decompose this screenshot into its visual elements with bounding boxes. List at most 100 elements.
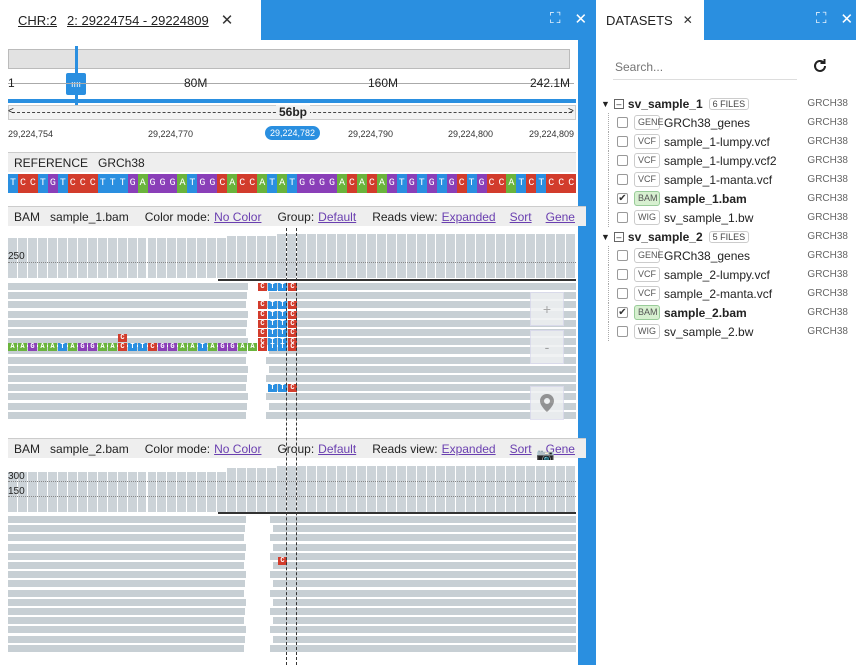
- read[interactable]: [8, 552, 245, 560]
- read[interactable]: [8, 319, 247, 327]
- read[interactable]: [8, 644, 244, 652]
- dataset-item[interactable]: ✔ BAM sample_1.bam GRCH38: [596, 189, 856, 208]
- dataset-item[interactable]: WIG sv_sample_1.bw GRCH38: [596, 208, 856, 227]
- close-icon[interactable]: ✕: [841, 10, 854, 28]
- dataset-checkbox[interactable]: [617, 212, 628, 223]
- read[interactable]: [8, 375, 247, 382]
- search-input[interactable]: [613, 54, 797, 80]
- range-link[interactable]: 2: 29224754 - 29224809: [67, 13, 209, 28]
- dataset-checkbox[interactable]: [617, 269, 628, 280]
- track1-reads[interactable]: CTTCCTTCCTTCCTTCCTTCCTTCCTTCAAGAATAGGAAC…: [8, 283, 576, 433]
- dataset-item[interactable]: VCF sample_1-lumpy.vcf GRCH38: [596, 132, 856, 151]
- read[interactable]: [273, 562, 576, 569]
- dataset-checkbox[interactable]: [617, 155, 628, 166]
- close-icon[interactable]: ✕: [221, 11, 234, 29]
- dataset-checkbox[interactable]: [617, 136, 628, 147]
- dataset-item[interactable]: GENE GRCh38_genes GRCH38: [596, 113, 856, 132]
- read[interactable]: [8, 571, 246, 579]
- file-name[interactable]: sample_1-manta.vcf: [664, 173, 772, 187]
- gene-link[interactable]: Gene: [546, 210, 575, 224]
- file-name[interactable]: sample_1-lumpy.vcf2: [664, 154, 777, 168]
- read[interactable]: [273, 543, 576, 551]
- zoom-out-button[interactable]: -: [530, 330, 564, 364]
- dataset-checkbox[interactable]: [617, 250, 628, 261]
- dataset-item[interactable]: VCF sample_2-manta.vcf GRCH38: [596, 284, 856, 303]
- collapse-icon[interactable]: –: [613, 98, 624, 109]
- dataset-item[interactable]: VCF sample_2-lumpy.vcf GRCH38: [596, 265, 856, 284]
- read[interactable]: [8, 525, 245, 533]
- read[interactable]: [273, 580, 576, 588]
- tab-datasets[interactable]: DATASETS ✕: [596, 0, 704, 40]
- sort-link[interactable]: Sort: [510, 442, 532, 456]
- file-name[interactable]: sample_2.bam: [664, 306, 747, 320]
- group-link[interactable]: Default: [318, 442, 356, 456]
- read[interactable]: [8, 402, 247, 410]
- read[interactable]: [270, 608, 576, 615]
- dataset-checkbox[interactable]: ✔: [617, 193, 628, 204]
- read[interactable]: [8, 411, 246, 419]
- reads-view-link[interactable]: Expanded: [442, 210, 496, 224]
- file-name[interactable]: sample_2-lumpy.vcf: [664, 268, 770, 282]
- read[interactable]: [270, 534, 576, 542]
- read[interactable]: [8, 589, 244, 597]
- read[interactable]: [8, 598, 246, 606]
- dataset-checkbox[interactable]: [617, 288, 628, 299]
- caret-down-icon[interactable]: ▼: [601, 99, 610, 109]
- group-link[interactable]: Default: [318, 210, 356, 224]
- file-name[interactable]: GRCh38_genes: [664, 249, 750, 263]
- read[interactable]: [273, 617, 576, 625]
- color-mode-link[interactable]: No Color: [214, 442, 261, 456]
- read[interactable]: [8, 292, 247, 300]
- dataset-item[interactable]: VCF sample_1-manta.vcf GRCH38: [596, 170, 856, 189]
- file-name[interactable]: sv_sample_2.bw: [664, 325, 753, 339]
- read[interactable]: [270, 589, 576, 597]
- read[interactable]: [273, 598, 576, 606]
- sort-link[interactable]: Sort: [510, 210, 532, 224]
- dataset-group[interactable]: ▼ – sv_sample_1 6 FILES GRCH38: [596, 94, 856, 113]
- read[interactable]: [270, 644, 576, 652]
- dataset-item[interactable]: WIG sv_sample_2.bw GRCH38: [596, 322, 856, 341]
- dataset-item[interactable]: VCF sample_1-lumpy.vcf2 GRCH38: [596, 151, 856, 170]
- dataset-checkbox[interactable]: [617, 326, 628, 337]
- read[interactable]: [270, 571, 576, 579]
- reads-view-link[interactable]: Expanded: [442, 442, 496, 456]
- read[interactable]: [266, 375, 576, 382]
- read[interactable]: [270, 626, 576, 634]
- read[interactable]: [273, 635, 576, 643]
- read[interactable]: [8, 534, 244, 542]
- read[interactable]: [8, 365, 248, 373]
- read[interactable]: [270, 552, 576, 560]
- read[interactable]: [8, 301, 246, 309]
- refresh-icon[interactable]: [812, 58, 828, 74]
- read[interactable]: [266, 283, 576, 290]
- track2-reads[interactable]: C: [8, 516, 576, 665]
- dataset-checkbox[interactable]: ✔: [617, 307, 628, 318]
- caret-down-icon[interactable]: ▼: [601, 232, 610, 242]
- read[interactable]: [8, 310, 248, 318]
- file-name[interactable]: sample_1-lumpy.vcf: [664, 135, 770, 149]
- maximize-icon[interactable]: ⛶: [550, 10, 561, 28]
- read[interactable]: [8, 580, 245, 588]
- dataset-group[interactable]: ▼ – sv_sample_2 5 FILES GRCH38: [596, 227, 856, 246]
- chromosome-overview[interactable]: [8, 49, 570, 69]
- color-mode-link[interactable]: No Color: [214, 210, 261, 224]
- read[interactable]: [8, 617, 244, 625]
- read[interactable]: [8, 356, 246, 364]
- close-icon[interactable]: ✕: [575, 10, 588, 28]
- chr-link[interactable]: CHR:2: [18, 13, 57, 28]
- zoom-in-button[interactable]: +: [530, 292, 564, 326]
- dataset-item[interactable]: ✔ BAM sample_2.bam GRCH38: [596, 303, 856, 322]
- position-handle[interactable]: ıııı: [66, 73, 86, 95]
- read[interactable]: [8, 516, 246, 523]
- location-pin-button[interactable]: [530, 386, 564, 420]
- maximize-icon[interactable]: ⛶: [816, 10, 827, 28]
- read[interactable]: [8, 283, 248, 290]
- read[interactable]: [8, 384, 246, 392]
- file-name[interactable]: sample_1.bam: [664, 192, 747, 206]
- collapse-icon[interactable]: –: [613, 231, 624, 242]
- read[interactable]: [8, 562, 244, 569]
- tab-browser[interactable]: CHR:2 2: 29224754 - 29224809 ✕: [0, 0, 261, 40]
- dataset-item[interactable]: GENE GRCh38_genes GRCH38: [596, 246, 856, 265]
- read[interactable]: [273, 525, 576, 533]
- file-name[interactable]: GRCh38_genes: [664, 116, 750, 130]
